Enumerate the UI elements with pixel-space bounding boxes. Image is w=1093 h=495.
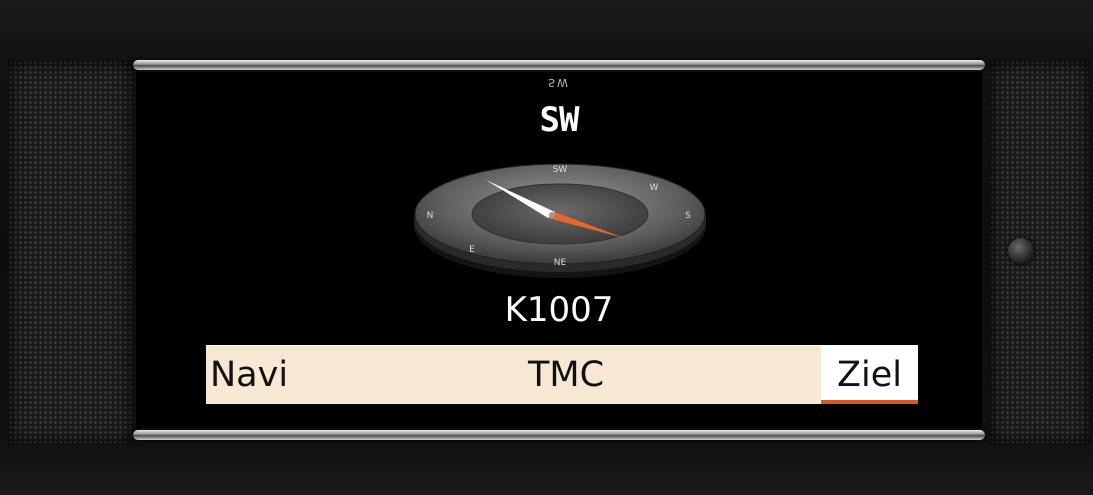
heading-label: SW	[539, 100, 580, 140]
speaker-grille-left	[8, 60, 133, 445]
softkey-tmc[interactable]: TMC	[528, 346, 604, 404]
dial-label: NE	[554, 258, 567, 268]
road-name: K1007	[504, 290, 614, 330]
chrome-trim-bottom	[133, 430, 985, 440]
chrome-trim-top	[133, 60, 985, 70]
display-screen: SW SW SW W NE N S E K1007 Navi TMC Ziel	[136, 72, 982, 428]
softkey-bar: Navi TMC Ziel	[206, 345, 918, 404]
compass-icon: SW W NE N S E	[414, 163, 706, 278]
softkey-ziel[interactable]: Ziel	[821, 346, 918, 404]
speaker-grille-right	[990, 60, 1090, 445]
control-knob[interactable]	[1008, 238, 1034, 264]
dial-label: S	[685, 211, 691, 221]
softkey-navi[interactable]: Navi	[210, 346, 288, 404]
device-bezel: SW SW SW W NE N S E K1007 Navi TMC Ziel	[0, 0, 1093, 495]
dial-label: SW	[553, 165, 568, 175]
heading-mirrored-label: SW	[548, 76, 570, 89]
dial-label: E	[469, 245, 475, 255]
dial-label: N	[427, 211, 434, 221]
dial-label: W	[650, 183, 659, 193]
